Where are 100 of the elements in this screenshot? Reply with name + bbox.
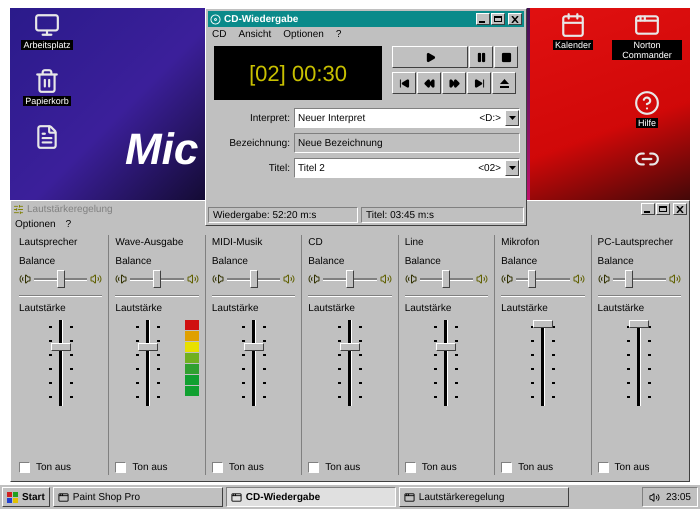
mute-checkbox[interactable] [501, 462, 512, 473]
balance-label: Balance [404, 255, 442, 269]
mixer-app-icon [13, 204, 24, 214]
field-label: Bezeichnung: [228, 136, 290, 150]
volume-label: Lautstärke [501, 302, 549, 316]
slider-thumb[interactable] [629, 320, 650, 328]
menu-item[interactable]: Optionen [15, 216, 56, 232]
balance-label: Balance [115, 255, 153, 269]
close-button[interactable] [673, 203, 687, 215]
maximize-button[interactable] [656, 203, 670, 215]
menu-item[interactable]: Optionen [283, 27, 324, 42]
dropdown-field[interactable]: Neuer Interpret <D:> [294, 108, 520, 128]
balance-label: Balance [19, 255, 56, 269]
play-icon [424, 52, 436, 62]
fast-forward-button[interactable] [442, 72, 466, 94]
menu-item[interactable]: ? [336, 27, 342, 42]
help-icon[interactable] [634, 90, 660, 116]
close-icon [511, 16, 519, 22]
volume-label: Lautstärke [308, 302, 356, 316]
mute-checkbox[interactable] [19, 462, 30, 473]
slider-thumb[interactable] [50, 343, 71, 352]
taskbar-button[interactable]: CD-Wiedergabe [226, 487, 396, 507]
slider-thumb[interactable] [340, 343, 360, 352]
eject-icon [500, 78, 508, 88]
minimize-button[interactable] [476, 13, 490, 25]
windows-logo-icon [7, 492, 19, 502]
mute-label: Ton aus [518, 461, 554, 475]
stop-button[interactable] [494, 46, 518, 68]
slider-thumb[interactable] [532, 320, 553, 328]
balance-thumb[interactable] [346, 270, 354, 288]
pause-button[interactable] [469, 46, 493, 68]
balance-thumb[interactable] [624, 270, 633, 288]
menu-item[interactable]: ? [66, 216, 72, 232]
menu-item[interactable]: Ansicht [238, 27, 272, 42]
slider-thumb[interactable] [138, 343, 158, 352]
balance-thumb[interactable] [250, 270, 258, 288]
volume-label: Lautstärke [598, 302, 646, 316]
speaker-icon [476, 273, 488, 285]
mute-checkbox[interactable] [115, 462, 126, 473]
mute-label: Ton aus [325, 461, 360, 475]
previous-track-icon [398, 78, 410, 88]
balance-label: Balance [598, 255, 635, 269]
balance-thumb[interactable] [153, 270, 162, 288]
close-button[interactable] [508, 13, 522, 25]
balance-label: Balance [308, 255, 346, 269]
balance-thumb[interactable] [56, 270, 65, 288]
mute-label: Ton aus [228, 461, 264, 475]
app-window-icon [58, 492, 69, 502]
balance-label: Balance [212, 255, 249, 269]
balance-thumb[interactable] [528, 270, 536, 288]
minimize-icon [644, 211, 650, 213]
eject-button[interactable] [492, 72, 516, 94]
menu-item[interactable]: CD [212, 27, 226, 42]
desktop-icon-label[interactable]: Hilfe [636, 118, 658, 128]
start-button[interactable]: Start [2, 487, 50, 507]
volume-label: Lautstärke [404, 302, 452, 316]
cd-app-icon [210, 14, 221, 24]
mute-label: Ton aus [132, 461, 168, 475]
caret-icon [508, 116, 516, 120]
mute-checkbox[interactable] [404, 462, 416, 473]
mute-checkbox[interactable] [212, 462, 223, 473]
taskbar-button[interactable]: Paint Shop Pro [52, 487, 223, 507]
taskbar-button[interactable]: Lautstärkeregelung [398, 487, 569, 507]
rewind-button[interactable] [417, 72, 441, 94]
window-title: CD-Wiedergabe [224, 12, 298, 26]
computer-icon[interactable] [34, 12, 60, 38]
desktop-icon-label[interactable]: Kalender [552, 40, 594, 50]
speaker-icon[interactable] [648, 492, 660, 502]
fast-forward-icon [448, 78, 460, 88]
dropdown-field[interactable]: Titel 2 <02> [294, 158, 520, 178]
slider-thumb[interactable] [244, 343, 264, 352]
speaker-icon [90, 273, 102, 285]
mute-label: Ton aus [614, 461, 650, 475]
desktop-icon-label[interactable]: Papierkorb [23, 96, 71, 106]
rewind-icon [424, 78, 434, 88]
mute-checkbox[interactable] [308, 462, 320, 473]
trash-bin-icon[interactable] [34, 68, 60, 94]
maximize-icon [494, 16, 502, 22]
play-button[interactable] [392, 46, 468, 68]
speaker-icon [283, 273, 296, 285]
desktop-icon-label[interactable]: Arbeitsplatz [21, 40, 73, 50]
pause-icon [476, 52, 486, 62]
stop-icon [500, 52, 512, 62]
next-track-icon [474, 78, 484, 88]
text-field[interactable]: Neue Bezeichnung [294, 133, 520, 153]
minimize-button[interactable] [641, 203, 655, 215]
speaker-icon [668, 273, 681, 285]
caret-icon [508, 166, 516, 170]
desktop-icon-label[interactable]: Norton Commander [612, 40, 682, 60]
slider-thumb[interactable] [436, 343, 456, 352]
calendar-icon[interactable] [560, 12, 586, 38]
balance-thumb[interactable] [442, 270, 450, 288]
speaker-icon [380, 273, 392, 285]
speaker-icon [572, 273, 585, 285]
speaker-icon [19, 273, 31, 285]
mute-checkbox[interactable] [598, 462, 609, 473]
speaker-icon [212, 273, 224, 285]
balance-label: Balance [501, 255, 538, 269]
maximize-button[interactable] [491, 13, 505, 25]
channel-name: Lautsprecher [19, 236, 78, 250]
